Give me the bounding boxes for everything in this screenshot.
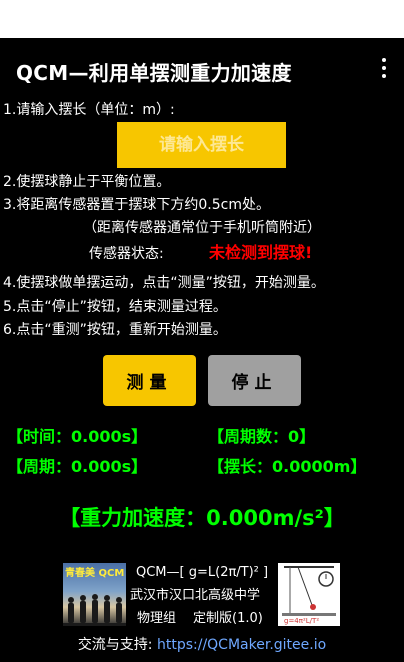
sensor-status-label: 传感器状态: bbox=[89, 246, 164, 262]
step-6-text: 6.点击“重测”按钮，重新开始测量。 bbox=[3, 322, 227, 338]
version-text: 定制版(1.0) bbox=[193, 611, 263, 626]
group-text: 物理组 bbox=[137, 611, 177, 626]
step-2-text: 2.使摆球静止于平衡位置。 bbox=[3, 174, 171, 190]
app-bar: QCM—利用单摆测重力加速度 bbox=[0, 38, 404, 98]
more-vertical-icon[interactable] bbox=[380, 58, 388, 78]
sensor-note: （距离传感器通常位于手机听筒附近） bbox=[83, 220, 321, 236]
step-1-text: 1.请输入摆长（单位：m）: bbox=[3, 102, 175, 118]
result-time: 【时间：0.000s】 bbox=[7, 427, 148, 446]
logo-text: 青春美 QCM bbox=[65, 568, 125, 579]
result-gravity: 【重力加速度：0.000m/s²】 bbox=[59, 506, 345, 530]
stop-button[interactable]: 停止 bbox=[208, 355, 301, 406]
diagram-formula: g=4π²L/T² bbox=[284, 617, 319, 625]
footer: 交流与支持: https://QCMaker.gitee.io bbox=[0, 634, 404, 654]
sensor-status-value: 未检测到摆球! bbox=[209, 243, 313, 262]
step-5-text: 5.点击“停止”按钮，结束测量过程。 bbox=[3, 299, 227, 315]
result-period: 【周期：0.000s】 bbox=[7, 457, 148, 476]
status-bar bbox=[0, 0, 404, 38]
footer-label: 交流与支持: bbox=[77, 637, 157, 653]
app-title: QCM—利用单摆测重力加速度 bbox=[16, 61, 292, 85]
result-cycles: 【周期数：0】 bbox=[208, 427, 316, 446]
step-3-text: 3.将距离传感器置于摆球下方约0.5cm处。 bbox=[3, 197, 270, 213]
result-length: 【摆长：0.0000m】 bbox=[208, 457, 367, 476]
qcm-logo-image: 青春美 QCM bbox=[63, 563, 126, 626]
people-silhouette-icon bbox=[63, 594, 126, 626]
school-text: 武汉市汉口北高级中学 bbox=[130, 588, 261, 603]
pendulum-diagram-image: g=4π²L/T² bbox=[278, 563, 340, 626]
measure-button[interactable]: 测量 bbox=[103, 355, 196, 406]
length-input[interactable] bbox=[117, 122, 286, 168]
formula-text: QCM—[ g=L(2π/T)² ] bbox=[136, 565, 269, 580]
support-link[interactable]: https://QCMaker.gitee.io bbox=[157, 637, 326, 653]
pendulum-icon: g=4π²L/T² bbox=[282, 566, 336, 625]
step-4-text: 4.使摆球做单摆运动，点击“测量”按钮，开始测量。 bbox=[3, 275, 325, 291]
